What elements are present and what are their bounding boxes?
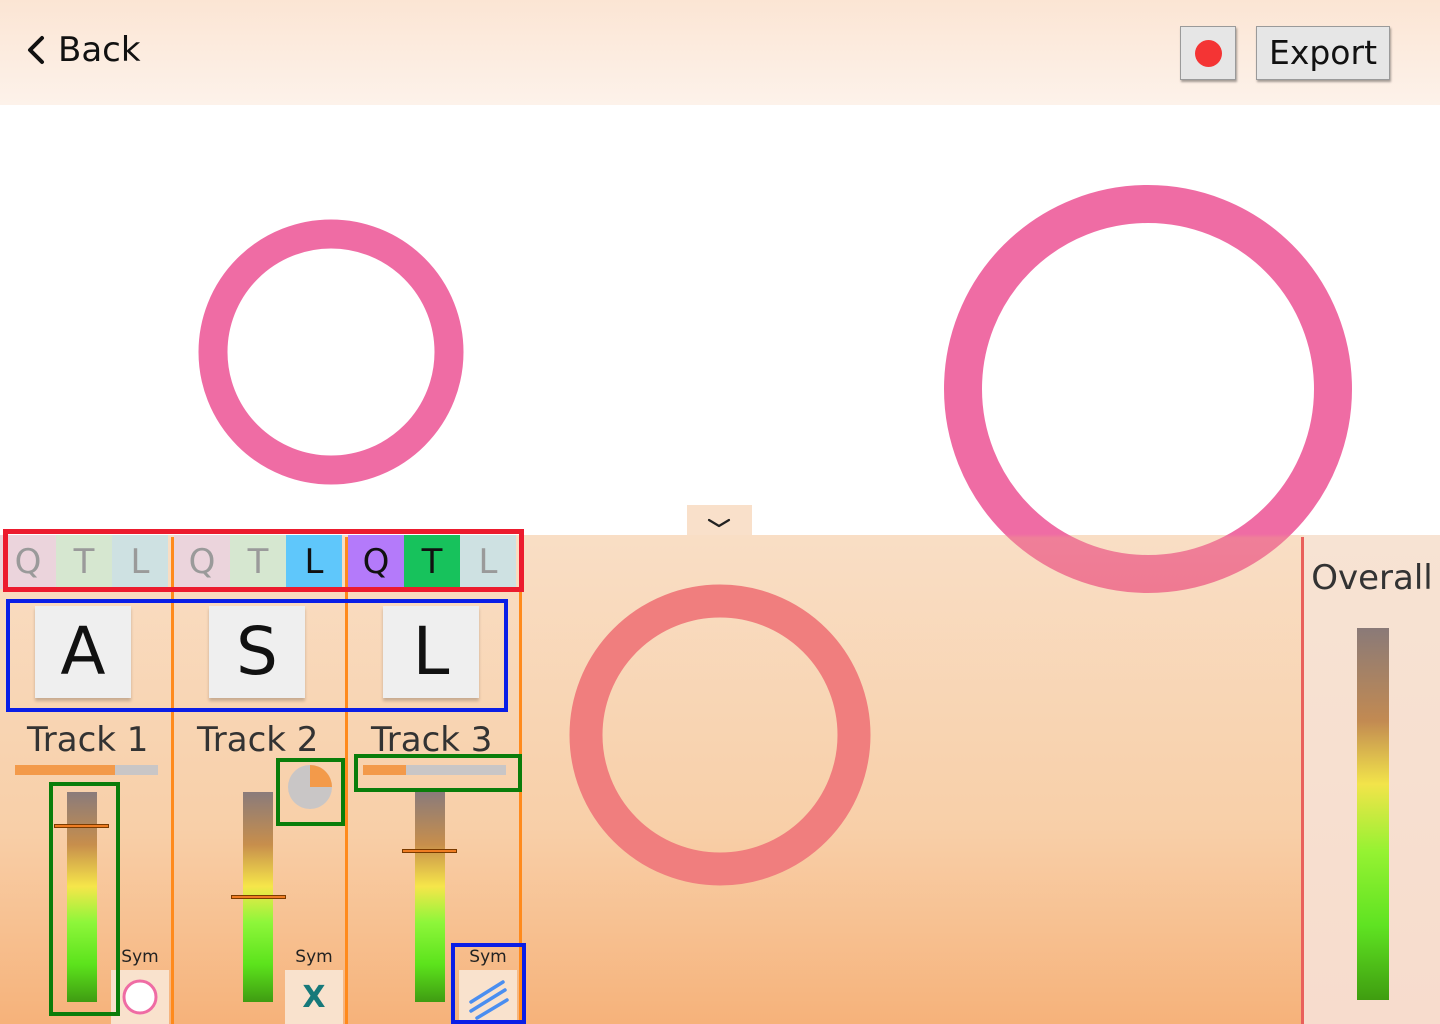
export-button[interactable]: Export [1256, 26, 1390, 80]
tab-q[interactable]: Q [348, 535, 404, 589]
top-bar: Back Export [0, 0, 1440, 105]
x-icon: X [302, 979, 326, 1015]
overall-label: Overall [1311, 558, 1433, 598]
track-1-tabs: Q T L [0, 535, 168, 589]
chevron-down-icon [707, 518, 731, 528]
track-3-level-handle[interactable] [402, 849, 457, 853]
tab-t[interactable]: T [230, 535, 286, 589]
progress-fill [363, 765, 406, 775]
track-1-sym-button[interactable]: Sym [111, 944, 169, 1024]
tab-l[interactable]: L [460, 535, 516, 589]
track-2-level-handle[interactable] [231, 895, 286, 899]
track-divider [345, 537, 348, 1024]
track-3-level-meter [415, 792, 445, 1002]
back-button[interactable]: Back [22, 28, 141, 72]
sym-label: Sym [469, 947, 507, 967]
tab-l[interactable]: L [112, 535, 168, 589]
chevron-left-icon [28, 36, 44, 64]
ring-shape [944, 185, 1352, 593]
track-2-sym-button[interactable]: Sym X [285, 944, 343, 1024]
sym-label: Sym [295, 947, 333, 967]
track-1-key-button[interactable]: A [35, 606, 131, 698]
ring-shape [198, 219, 464, 485]
overall-divider [1301, 537, 1304, 1024]
track-divider [519, 537, 522, 1024]
sym-label: Sym [121, 947, 159, 967]
track-3-sym-button[interactable]: Sym [459, 944, 517, 1024]
track-divider [171, 537, 174, 1024]
track-1-label: Track 1 [27, 720, 149, 760]
pie-progress-icon [288, 765, 332, 809]
track-1-progress-bar [15, 765, 158, 775]
diagonal-lines-icon [469, 980, 509, 1020]
track-2-key-button[interactable]: S [209, 606, 305, 698]
tab-l[interactable]: L [286, 535, 342, 589]
track-2-label: Track 2 [197, 720, 319, 760]
track-1-level-handle[interactable] [54, 824, 109, 828]
tab-q[interactable]: Q [174, 535, 230, 589]
tab-t[interactable]: T [56, 535, 112, 589]
overall-level-meter [1357, 628, 1389, 1000]
track-3-label: Track 3 [371, 720, 493, 760]
ring-icon [122, 979, 158, 1015]
track-3-progress-bar [363, 765, 506, 775]
collapse-panel-button[interactable] [687, 505, 752, 535]
back-label: Back [58, 30, 141, 70]
record-icon [1194, 39, 1222, 67]
track-3-tabs: Q T L [348, 535, 516, 589]
tab-t[interactable]: T [404, 535, 460, 589]
track-2-tabs: Q T L [174, 535, 342, 589]
track-3-key-button[interactable]: L [383, 606, 479, 698]
progress-fill [15, 765, 116, 775]
tab-q[interactable]: Q [0, 535, 56, 589]
record-button[interactable] [1180, 26, 1236, 80]
